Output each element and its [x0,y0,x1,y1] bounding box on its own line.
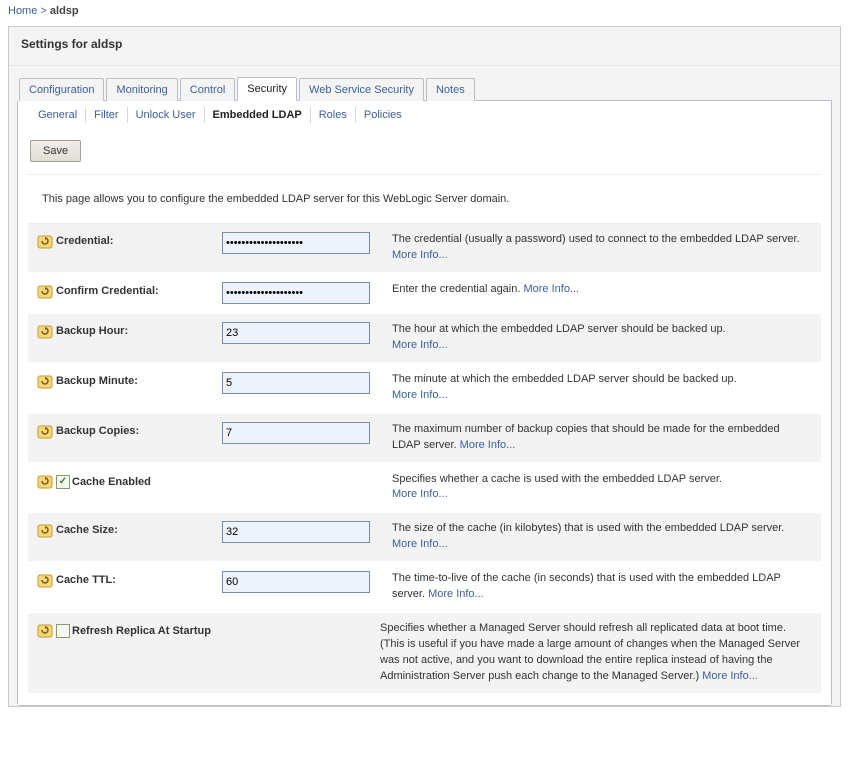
desc-credential: The credential (usually a password) used… [392,232,815,264]
save-button[interactable]: Save [30,140,81,162]
label-credential: Credential: [56,232,222,247]
tab-monitoring[interactable]: Monitoring [106,78,177,101]
more-info-link[interactable]: More Info... [523,283,579,295]
label-backup-minute: Backup Minute: [56,372,222,387]
refresh-replica-checkbox[interactable] [56,624,70,638]
breadcrumb-sep: > [40,5,49,17]
desc-backup-copies: The maximum number of backup copies that… [392,422,815,454]
row-refresh-replica: Refresh Replica At Startup Specifies whe… [28,613,821,695]
breadcrumb-home[interactable]: Home [8,5,37,17]
desc-refresh-replica: Specifies whether a Managed Server shoul… [380,621,815,685]
desc-cache-enabled: Specifies whether a cache is used with t… [392,472,815,504]
row-credential: Credential: The credential (usually a pa… [28,224,821,274]
row-confirm-credential: Confirm Credential: Enter the credential… [28,274,821,314]
row-cache-size: Cache Size: The size of the cache (in ki… [28,513,821,563]
tab-security[interactable]: Security [237,77,297,101]
more-info-link[interactable]: More Info... [392,339,448,351]
restart-icon [37,324,53,340]
label-cache-enabled: Cache Enabled [72,476,151,488]
sub-tab-bar: General Filter Unlock User Embedded LDAP… [17,101,832,706]
cache-enabled-checkbox[interactable]: ✓ [56,475,70,489]
restart-icon [37,573,53,589]
credential-input[interactable] [222,232,370,254]
content-area: Save This page allows you to configure t… [18,128,831,705]
more-info-link[interactable]: More Info... [428,588,484,600]
desc-backup-minute: The minute at which the embedded LDAP se… [392,372,815,404]
row-backup-copies: Backup Copies: The maximum number of bac… [28,414,821,464]
backup-minute-input[interactable] [222,372,370,394]
more-info-link[interactable]: More Info... [460,439,516,451]
settings-panel: Settings for aldsp Configuration Monitor… [8,26,841,707]
restart-icon [37,474,53,490]
tab-web-service-security[interactable]: Web Service Security [299,78,424,101]
subtab-filter[interactable]: Filter [86,107,127,123]
label-backup-copies: Backup Copies: [56,422,222,437]
page-title: Settings for aldsp [9,27,840,66]
label-confirm-credential: Confirm Credential: [56,282,222,297]
subtab-policies[interactable]: Policies [356,107,410,123]
page-description: This page allows you to configure the em… [28,174,821,224]
desc-backup-hour: The hour at which the embedded LDAP serv… [392,322,815,354]
more-info-link[interactable]: More Info... [392,249,448,261]
backup-copies-input[interactable] [222,422,370,444]
restart-icon [37,623,53,639]
subtab-embedded-ldap[interactable]: Embedded LDAP [205,107,311,123]
row-cache-enabled: ✓ Cache Enabled Specifies whether a cach… [28,464,821,514]
restart-icon [37,523,53,539]
confirm-credential-input[interactable] [222,282,370,304]
label-refresh-replica: Refresh Replica At Startup [72,625,211,637]
subtab-unlock-user[interactable]: Unlock User [128,107,205,123]
breadcrumb-current: aldsp [50,5,79,17]
backup-hour-input[interactable] [222,322,370,344]
subtab-roles[interactable]: Roles [311,107,356,123]
label-backup-hour: Backup Hour: [56,322,222,337]
restart-icon [37,234,53,250]
more-info-link[interactable]: More Info... [392,488,448,500]
label-cache-size: Cache Size: [56,521,222,536]
primary-tabs: Configuration Monitoring Control Securit… [19,76,832,101]
restart-icon [37,374,53,390]
restart-icon [37,284,53,300]
secondary-tabs: General Filter Unlock User Embedded LDAP… [18,101,831,128]
row-backup-minute: Backup Minute: The minute at which the e… [28,364,821,414]
row-backup-hour: Backup Hour: The hour at which the embed… [28,314,821,364]
desc-cache-ttl: The time-to-live of the cache (in second… [392,571,815,603]
cache-size-input[interactable] [222,521,370,543]
restart-icon [37,424,53,440]
tab-control[interactable]: Control [180,78,235,101]
label-cache-ttl: Cache TTL: [56,571,222,586]
row-cache-ttl: Cache TTL: The time-to-live of the cache… [28,563,821,613]
tab-configuration[interactable]: Configuration [19,78,104,101]
desc-cache-size: The size of the cache (in kilobytes) tha… [392,521,815,553]
more-info-link[interactable]: More Info... [392,389,448,401]
subtab-general[interactable]: General [30,107,86,123]
desc-confirm-credential: Enter the credential again. More Info... [392,282,815,298]
cache-ttl-input[interactable] [222,571,370,593]
breadcrumb: Home > aldsp [0,0,849,22]
more-info-link[interactable]: More Info... [392,538,448,550]
tab-notes[interactable]: Notes [426,78,475,101]
more-info-link[interactable]: More Info... [702,670,758,682]
